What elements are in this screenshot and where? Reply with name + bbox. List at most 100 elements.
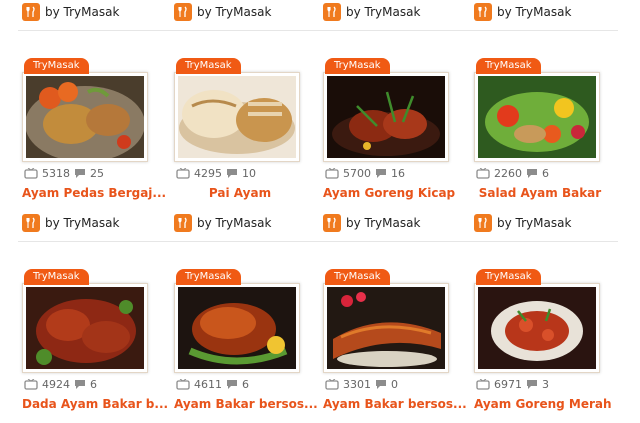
comment-count: 6 [90,377,97,391]
speech-bubble-icon [75,168,85,178]
author-link[interactable]: by TryMasak [22,213,119,233]
author-name: by TryMasak [497,216,572,230]
trymasak-tag: TryMasak [325,269,390,285]
recipe-title-link[interactable]: Ayam Bakar bersos... [323,397,467,411]
tv-icon [325,167,339,179]
recipe-thumbnail[interactable] [22,72,148,162]
fork-spoon-icon [22,214,40,232]
view-count: 3301 [343,377,371,391]
comment-count: 16 [391,166,405,180]
recipe-card[interactable]: TryMasak 4924 6 Dada Ayam Bakar b... [22,269,168,419]
author-link[interactable]: by TryMasak [323,2,420,22]
comment-count: 6 [242,377,249,391]
recipe-thumbnail[interactable] [323,72,449,162]
recipe-card[interactable]: TryMasak 2260 6 Salad Ayam Bakar [474,58,604,208]
trymasak-tag: TryMasak [176,58,241,74]
speech-bubble-icon [227,168,237,178]
row-divider [18,241,618,242]
recipe-card[interactable]: TryMasak 4611 6 Ayam Bakar bersos... [174,269,318,419]
comment-count: 0 [391,377,398,391]
author-link[interactable]: by TryMasak [174,213,271,233]
recipe-thumbnail[interactable] [22,283,148,373]
recipe-stats: 5700 16 [325,166,409,180]
recipe-title-link[interactable]: Ayam Pedas Bergaj... [22,186,166,200]
view-count: 4295 [194,166,222,180]
tv-icon [24,378,38,390]
view-count: 6971 [494,377,522,391]
tv-icon [24,167,38,179]
view-count: 4611 [194,377,222,391]
recipe-card[interactable]: TryMasak 3301 0 Ayam Bakar bersos... [323,269,467,419]
recipe-stats: 4611 6 [176,377,253,391]
recipe-title-link[interactable]: Dada Ayam Bakar b... [22,397,168,411]
recipe-thumbnail[interactable] [474,72,600,162]
trymasak-tag: TryMasak [24,58,89,74]
recipe-photo [478,76,596,158]
view-count: 4924 [42,377,70,391]
recipe-photo [327,76,445,158]
fork-spoon-icon [323,3,341,21]
recipe-thumbnail[interactable] [323,283,449,373]
speech-bubble-icon [527,168,537,178]
recipe-title-link[interactable]: Pai Ayam [174,186,306,200]
recipe-stats: 3301 0 [325,377,402,391]
recipe-photo [26,76,144,158]
recipe-card[interactable]: TryMasak 4295 10 Pai Ayam [174,58,304,208]
fork-spoon-icon [174,3,192,21]
recipe-title-link[interactable]: Ayam Goreng Merah [474,397,612,411]
fork-spoon-icon [474,3,492,21]
tv-icon [176,378,190,390]
trymasak-tag: TryMasak [325,58,390,74]
fork-spoon-icon [474,214,492,232]
author-name: by TryMasak [45,216,120,230]
recipe-card[interactable]: TryMasak 5700 16 Ayam Goreng Kicap [323,58,455,208]
view-count: 2260 [494,166,522,180]
recipe-thumbnail[interactable] [174,283,300,373]
trymasak-tag: TryMasak [476,269,541,285]
author-link[interactable]: by TryMasak [474,213,571,233]
comment-count: 3 [542,377,549,391]
recipe-photo [178,76,296,158]
author-link[interactable]: by TryMasak [474,2,571,22]
trymasak-tag: TryMasak [24,269,89,285]
recipe-stats: 4924 6 [24,377,101,391]
author-name: by TryMasak [45,5,120,19]
author-link[interactable]: by TryMasak [323,213,420,233]
recipe-photo [478,287,596,369]
trymasak-tag: TryMasak [476,58,541,74]
recipe-photo [327,287,445,369]
speech-bubble-icon [227,379,237,389]
tv-icon [476,167,490,179]
author-name: by TryMasak [197,5,272,19]
recipe-stats: 6971 3 [476,377,553,391]
author-link[interactable]: by TryMasak [22,2,119,22]
tv-icon [176,167,190,179]
author-link[interactable]: by TryMasak [174,2,271,22]
speech-bubble-icon [376,379,386,389]
recipe-card[interactable]: TryMasak 5318 25 Ayam Pedas Bergaj... [22,58,166,208]
recipe-stats: 4295 10 [176,166,260,180]
recipe-stats: 2260 6 [476,166,553,180]
fork-spoon-icon [174,214,192,232]
view-count: 5318 [42,166,70,180]
view-count: 5700 [343,166,371,180]
recipe-title-link[interactable]: Ayam Goreng Kicap [323,186,455,200]
author-name: by TryMasak [197,216,272,230]
recipe-photo [26,287,144,369]
recipe-thumbnail[interactable] [174,72,300,162]
author-name: by TryMasak [346,216,421,230]
speech-bubble-icon [75,379,85,389]
author-name: by TryMasak [497,5,572,19]
comment-count: 25 [90,166,104,180]
recipe-title-link[interactable]: Salad Ayam Bakar [474,186,606,200]
speech-bubble-icon [527,379,537,389]
recipe-thumbnail[interactable] [474,283,600,373]
trymasak-tag: TryMasak [176,269,241,285]
recipe-card[interactable]: TryMasak 6971 3 Ayam Goreng Merah [474,269,612,419]
speech-bubble-icon [376,168,386,178]
fork-spoon-icon [323,214,341,232]
comment-count: 10 [242,166,256,180]
recipe-title-link[interactable]: Ayam Bakar bersos... [174,397,318,411]
recipe-photo [178,287,296,369]
recipe-stats: 5318 25 [24,166,108,180]
